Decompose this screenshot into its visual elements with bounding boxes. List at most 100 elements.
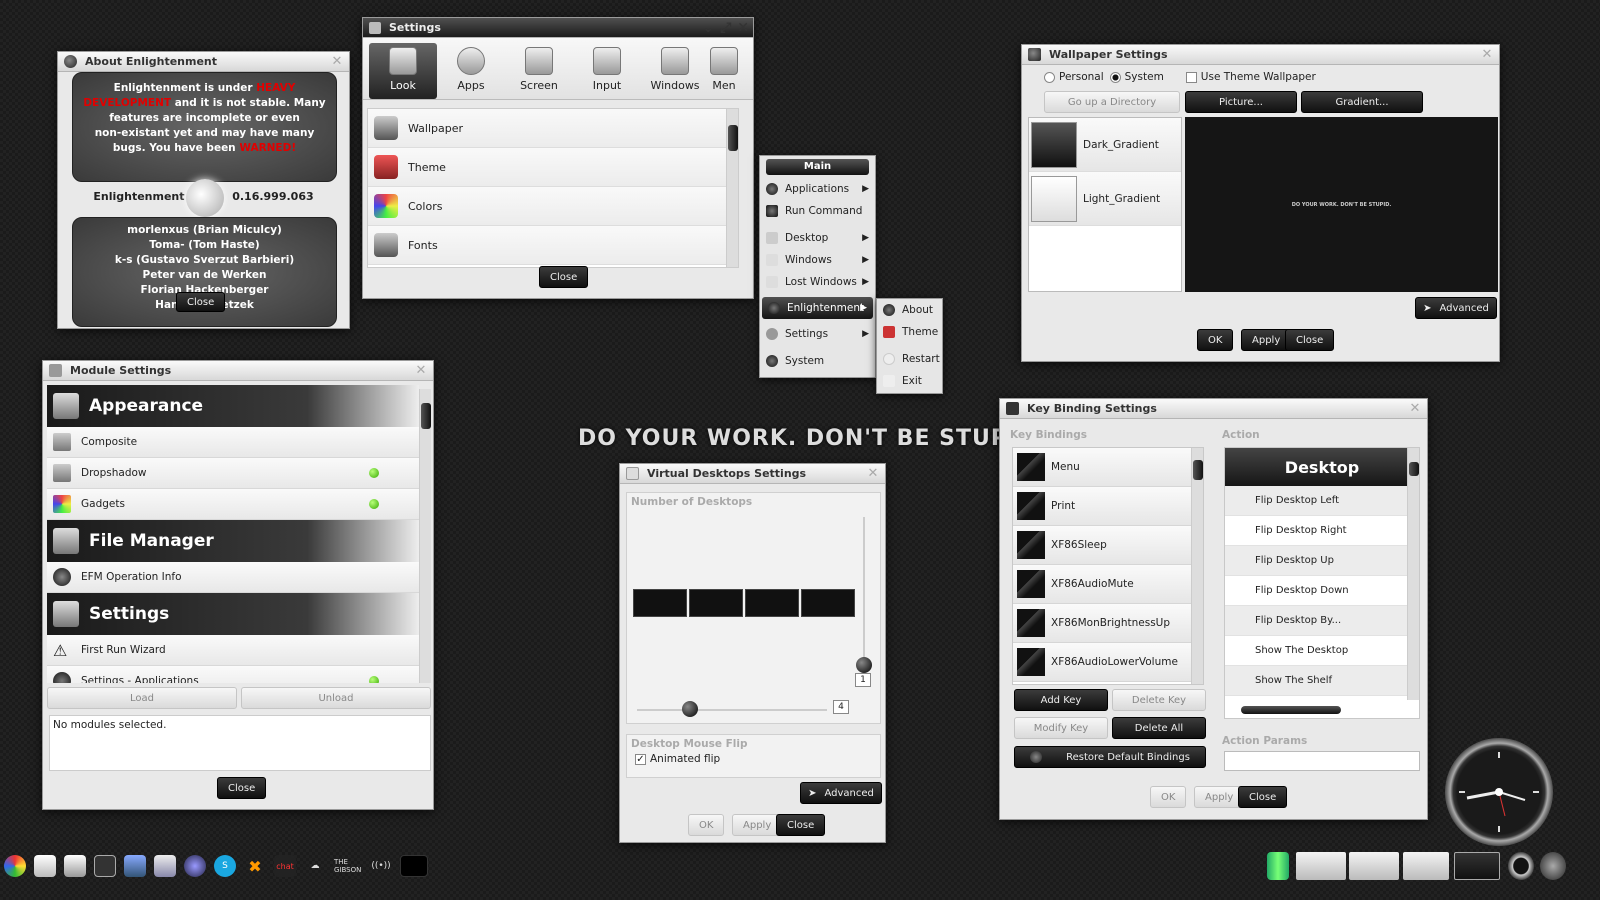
menu-item-settings[interactable]: Settings ▶: [760, 323, 875, 345]
rows-slider[interactable]: [863, 517, 865, 667]
animated-flip-checkbox[interactable]: ✓ Animated flip: [627, 753, 880, 765]
load-button[interactable]: Load: [47, 687, 237, 709]
folder-icon[interactable]: [34, 855, 56, 877]
apply-button[interactable]: Apply: [1194, 786, 1245, 808]
unload-button[interactable]: Unload: [241, 687, 431, 709]
desktop-thumbnail[interactable]: [633, 589, 687, 617]
delete-all-button[interactable]: Delete All: [1112, 717, 1206, 739]
menu-item-run-command[interactable]: Run Command: [760, 200, 875, 222]
list-item[interactable]: Gadgets: [47, 489, 419, 520]
desktop-thumbnail[interactable]: [689, 589, 743, 617]
tab-apps[interactable]: Apps: [437, 43, 505, 99]
clock-mini-icon[interactable]: [1540, 852, 1566, 880]
document-icon[interactable]: [154, 855, 176, 877]
rows-slider-knob[interactable]: [856, 657, 872, 673]
list-item[interactable]: Wallpaper: [368, 109, 738, 148]
close-icon[interactable]: ✕: [414, 364, 428, 378]
list-item[interactable]: Colors: [368, 187, 738, 226]
wireless-icon[interactable]: ((•)): [370, 855, 392, 877]
restore-defaults-button[interactable]: Restore Default Bindings: [1014, 746, 1206, 768]
settings-close-button[interactable]: Close: [539, 266, 589, 288]
ok-button[interactable]: OK: [1150, 786, 1187, 808]
menu-item-applications[interactable]: Applications ▶: [760, 178, 875, 200]
modify-key-button[interactable]: Modify Key: [1014, 717, 1108, 739]
ok-button[interactable]: OK: [688, 814, 725, 836]
scrollbar[interactable]: [1407, 448, 1419, 700]
delete-key-button[interactable]: Delete Key: [1112, 689, 1206, 711]
go-up-directory-button[interactable]: Go up a Directory: [1044, 91, 1180, 113]
menu-item-enlightenment[interactable]: Enlightenment ▶: [762, 297, 873, 319]
chevron-down-icon[interactable]: ⌄: [702, 20, 714, 36]
power-icon[interactable]: [1508, 852, 1534, 880]
list-item[interactable]: Flip Desktop Left: [1225, 486, 1419, 516]
settings-titlebar[interactable]: Settings ⌄ ⤢ ✕: [363, 18, 753, 38]
list-item[interactable]: Settings - Applications: [47, 666, 419, 683]
gibson-icon[interactable]: THE GIBSON: [334, 855, 362, 877]
tab-look[interactable]: Look: [369, 43, 437, 99]
close-icon[interactable]: ✕: [737, 20, 749, 36]
list-item[interactable]: XF86AudioMute: [1013, 565, 1203, 604]
list-item[interactable]: Dropshadow: [47, 458, 419, 489]
scrollbar[interactable]: [419, 389, 431, 683]
scrollbar-thumb[interactable]: [1193, 460, 1203, 480]
scrollbar-thumb[interactable]: [421, 403, 431, 429]
tab-screen[interactable]: Screen: [505, 43, 573, 99]
list-item[interactable]: Light_Gradient: [1029, 172, 1181, 226]
gradient-button[interactable]: Gradient...: [1301, 91, 1423, 113]
close-icon[interactable]: ✕: [330, 55, 344, 69]
vdesk-titlebar[interactable]: Virtual Desktops Settings ✕: [620, 464, 885, 484]
picture-button[interactable]: Picture...: [1185, 91, 1297, 113]
system-radio[interactable]: System: [1109, 71, 1164, 83]
chrome-icon[interactable]: [4, 855, 26, 877]
columns-slider-knob[interactable]: [682, 701, 698, 717]
tab-menus[interactable]: Men: [709, 43, 739, 99]
editor-icon[interactable]: [64, 855, 86, 877]
scrollbar-thumb[interactable]: [1409, 462, 1419, 476]
desktop-thumbnail[interactable]: [801, 589, 855, 617]
close-icon[interactable]: ✕: [1480, 48, 1494, 62]
list-item[interactable]: ⚠ First Run Wizard: [47, 635, 419, 666]
pager-desktop-4[interactable]: [1454, 852, 1500, 880]
trash-icon[interactable]: [1267, 852, 1289, 880]
modules-close-button[interactable]: Close: [217, 777, 267, 799]
scrollbar[interactable]: [726, 109, 738, 267]
list-item[interactable]: Show The Desktop: [1225, 636, 1419, 666]
menu-item-lost-windows[interactable]: Lost Windows ▶: [760, 271, 875, 293]
close-button[interactable]: Close: [1238, 786, 1288, 808]
keys-titlebar[interactable]: Key Binding Settings ✕: [1000, 399, 1427, 419]
apply-button[interactable]: Apply: [1241, 329, 1292, 351]
list-item[interactable]: Flip Desktop Down: [1225, 576, 1419, 606]
ok-button[interactable]: OK: [1197, 329, 1234, 351]
list-item[interactable]: XF86Sleep: [1013, 526, 1203, 565]
menu-item-restart[interactable]: Restart: [877, 348, 942, 370]
eclipse-icon[interactable]: [184, 855, 206, 877]
desktop-thumbnail[interactable]: [745, 589, 799, 617]
pager-desktop-1[interactable]: [1296, 852, 1346, 880]
list-item[interactable]: Print: [1013, 487, 1203, 526]
advanced-button[interactable]: ➤ Advanced: [800, 782, 882, 804]
monitor-icon[interactable]: [124, 855, 146, 877]
close-icon[interactable]: ✕: [1408, 402, 1422, 416]
menu-item-desktop[interactable]: Desktop ▶: [760, 227, 875, 249]
terminal-icon[interactable]: [94, 855, 116, 877]
menu-item-system[interactable]: System: [760, 350, 875, 372]
chat-icon[interactable]: chat: [274, 855, 296, 877]
wallpaper-titlebar[interactable]: Wallpaper Settings ✕: [1022, 45, 1499, 65]
blank-launcher-icon[interactable]: [400, 855, 428, 877]
list-item[interactable]: Theme: [368, 148, 738, 187]
maximize-icon[interactable]: ⤢: [720, 20, 731, 36]
list-item[interactable]: Flip Desktop By...: [1225, 606, 1419, 636]
about-titlebar[interactable]: About Enlightenment ✕: [58, 52, 349, 72]
tools-icon[interactable]: ✖: [244, 855, 266, 877]
clock-gadget[interactable]: [1445, 738, 1553, 846]
scrollbar[interactable]: [1191, 448, 1203, 684]
modules-titlebar[interactable]: Module Settings ✕: [43, 361, 433, 381]
menu-item-windows[interactable]: Windows ▶: [760, 249, 875, 271]
list-item[interactable]: Dark_Gradient: [1029, 118, 1181, 172]
close-button[interactable]: Close: [776, 814, 826, 836]
cloud-icon[interactable]: ☁: [304, 855, 326, 877]
list-item[interactable]: XF86MonBrightnessUp: [1013, 604, 1203, 643]
skype-icon[interactable]: S: [214, 855, 236, 877]
pager-desktop-2[interactable]: [1349, 852, 1399, 880]
close-button[interactable]: Close: [1285, 329, 1335, 351]
